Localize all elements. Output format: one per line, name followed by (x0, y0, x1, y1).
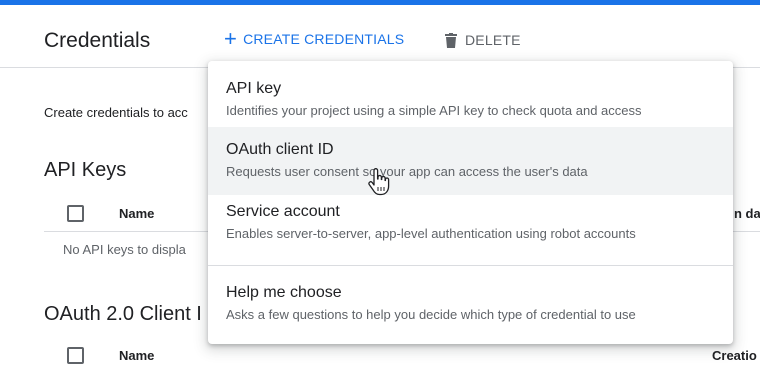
menu-item-description: Requests user consent so your app can ac… (226, 164, 588, 179)
page-title: Credentials (44, 29, 151, 52)
column-header-creation-date[interactable]: Creatio (712, 348, 757, 363)
menu-item-title: Service account (226, 203, 340, 220)
menu-item-oauth-client-id[interactable]: OAuth client ID Requests user consent so… (208, 127, 733, 195)
delete-button[interactable]: DELETE (445, 32, 521, 48)
api-keys-heading: API Keys (44, 159, 127, 181)
menu-item-title: OAuth client ID (226, 141, 334, 158)
menu-item-description: Enables server-to-server, app-level auth… (226, 226, 636, 241)
plus-icon: + (224, 26, 238, 51)
create-credentials-button[interactable]: + CREATE CREDENTIALS (224, 26, 405, 51)
column-header-creation-date[interactable]: n da (734, 206, 760, 221)
menu-item-description: Asks a few questions to help you decide … (226, 307, 636, 322)
menu-item-service-account[interactable]: Service account Enables server-to-server… (208, 195, 733, 259)
oauth-clients-heading: OAuth 2.0 Client I (44, 303, 202, 325)
menu-item-api-key[interactable]: API key Identifies your project using a … (208, 61, 733, 127)
trash-icon (445, 32, 457, 48)
menu-item-title: Help me choose (226, 284, 342, 301)
menu-item-title: API key (226, 80, 282, 97)
create-credentials-menu: API key Identifies your project using a … (208, 61, 733, 344)
create-credentials-label: CREATE CREDENTIALS (243, 31, 405, 47)
intro-text: Create credentials to acc (44, 105, 188, 120)
column-header-name[interactable]: Name (119, 348, 154, 363)
delete-label: DELETE (465, 32, 521, 48)
page-header: Credentials + CREATE CREDENTIALS DELETE (0, 5, 760, 68)
menu-item-help-me-choose[interactable]: Help me choose Asks a few questions to h… (208, 266, 733, 344)
menu-item-description: Identifies your project using a simple A… (226, 103, 642, 118)
api-keys-empty-message: No API keys to displa (63, 242, 186, 257)
column-header-name[interactable]: Name (119, 206, 154, 221)
select-all-checkbox[interactable] (67, 347, 84, 364)
select-all-checkbox[interactable] (67, 205, 84, 222)
